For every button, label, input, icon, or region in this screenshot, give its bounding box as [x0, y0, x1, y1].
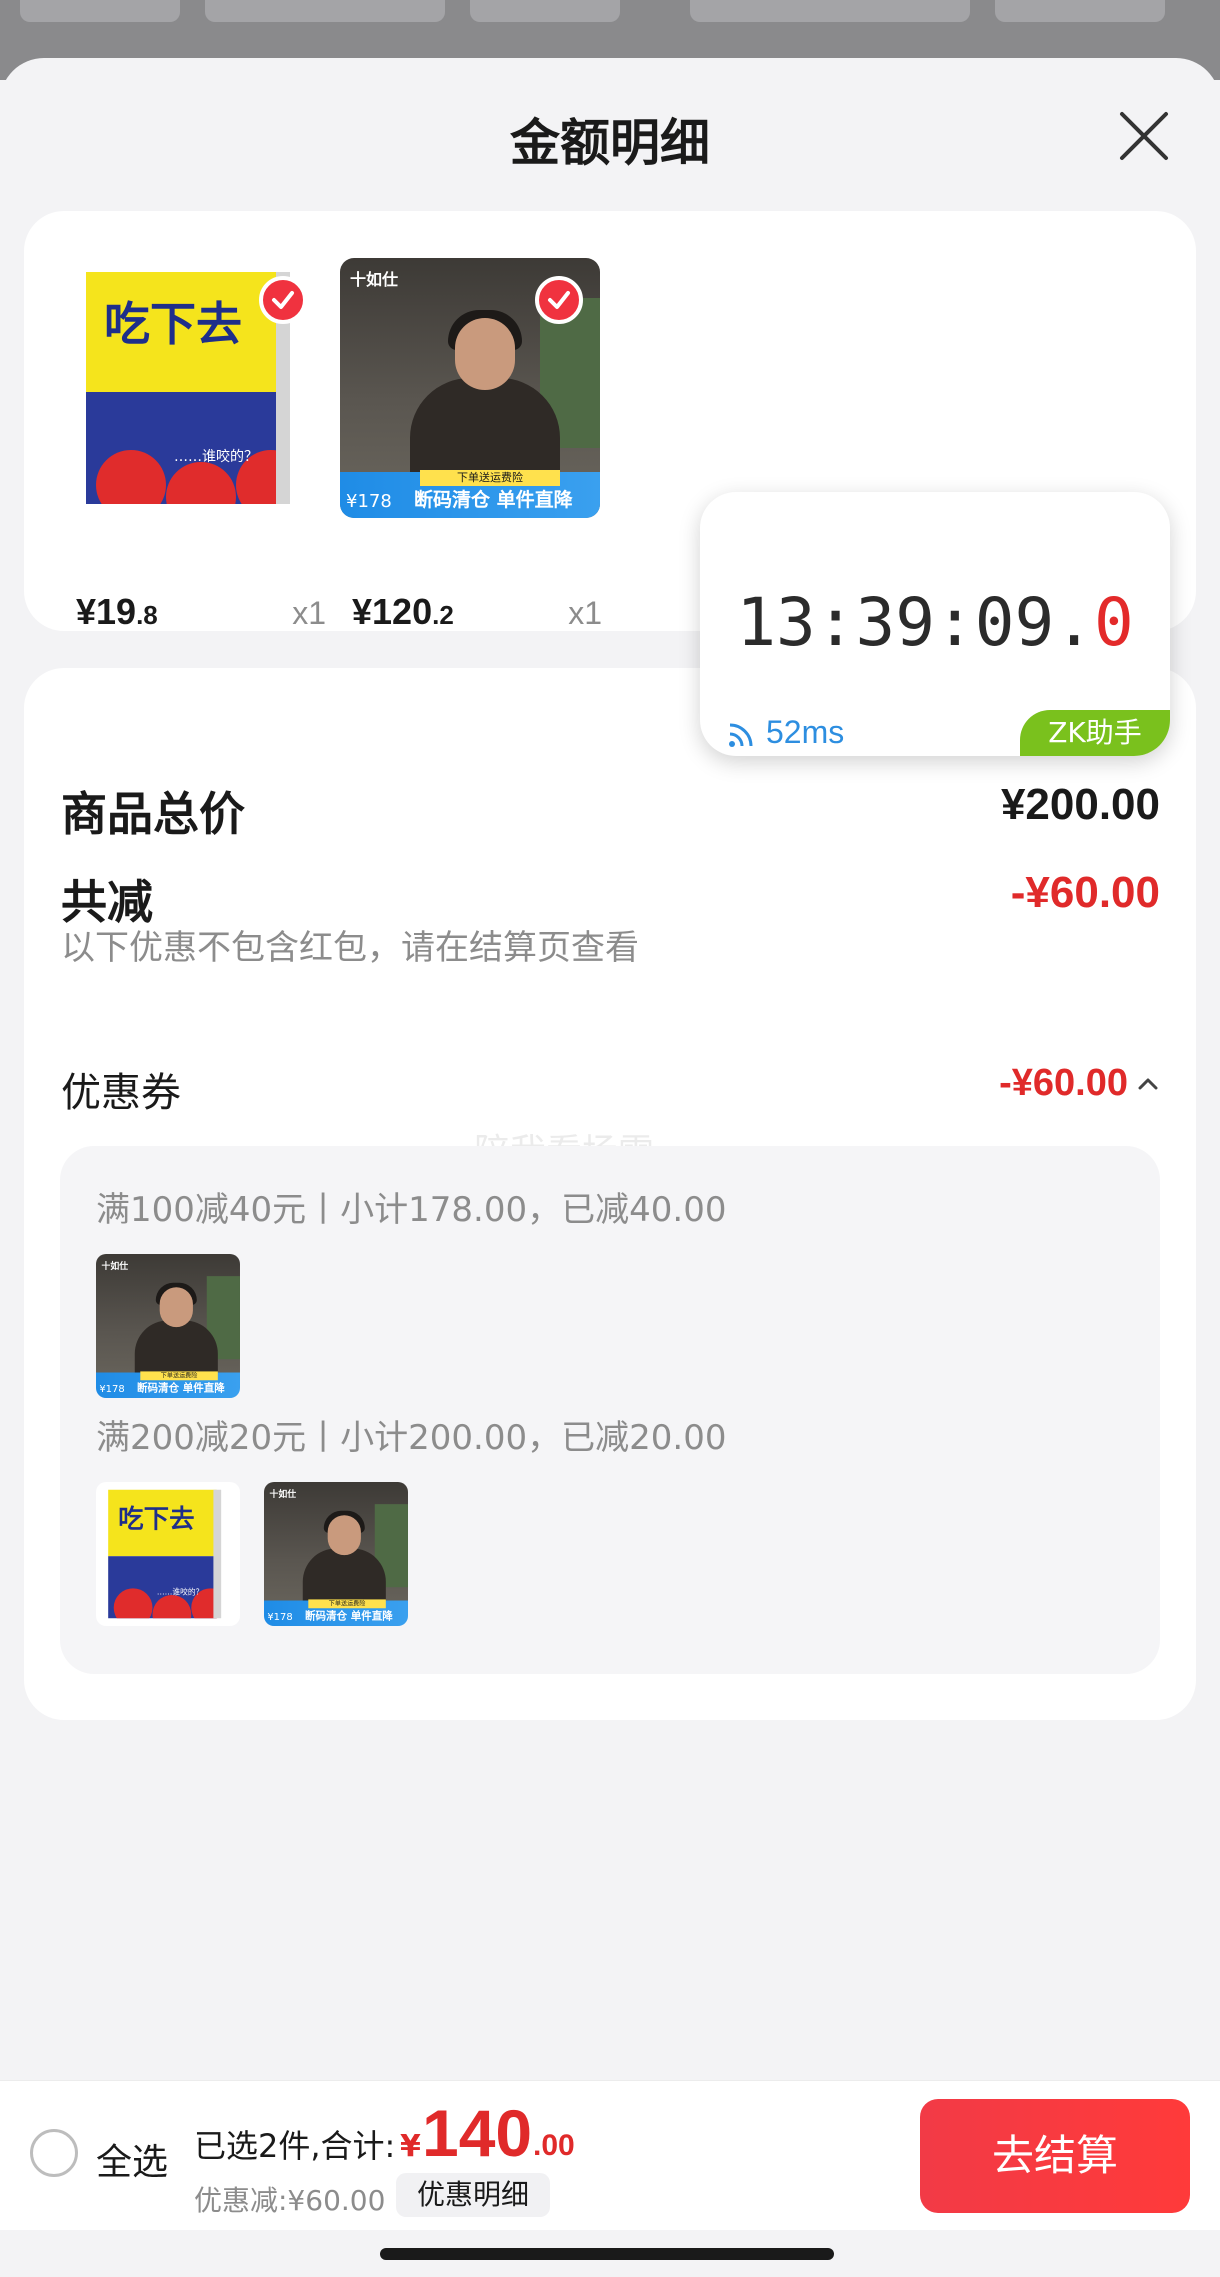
price-breakdown-card: 商品总价 ¥200.00 共减 -¥60.00 以下优惠不包含红包，请在结算页查…	[24, 668, 1196, 1720]
background-chip	[995, 0, 1165, 22]
select-all-radio[interactable]	[30, 2129, 78, 2177]
clothing-banner-text: 断码清仓 单件直降	[414, 489, 573, 511]
close-icon[interactable]	[1116, 108, 1172, 164]
background-chip	[20, 0, 180, 22]
latency-indicator: 52ms	[726, 714, 844, 751]
home-indicator	[380, 2248, 834, 2260]
product-quantity: x1	[292, 595, 326, 631]
product-quantity: x1	[568, 595, 602, 631]
clothing-brand-text: 十如仕	[350, 270, 399, 289]
total-currency-symbol: ¥	[400, 2129, 421, 2164]
signal-icon	[729, 723, 753, 747]
book-title-text: 吃下去	[104, 297, 242, 351]
background-chip	[205, 0, 445, 22]
coupon-detail-box: 满100减40元丨小计178.00，已减40.00 十如仕 下单送运费险 ¥17…	[60, 1146, 1160, 1674]
total-reduction-value: -¥60.00	[1010, 868, 1160, 917]
checkout-bar: 全选 已选2件,合计: ¥ 140 .00 优惠减:¥60.00 优惠明细 去结…	[0, 2080, 1220, 2230]
discount-detail-button[interactable]: 优惠明细	[396, 2173, 550, 2217]
total-price-label: 商品总价	[61, 787, 245, 841]
background-chip	[690, 0, 970, 22]
checkout-button[interactable]: 去结算	[920, 2099, 1190, 2213]
total-price-value: ¥200.00	[1000, 780, 1160, 829]
coupon-product-thumb: 十如仕 下单送运费险 ¥178 断码清仓 单件直降	[264, 1482, 408, 1626]
coupon-rule: 满100减40元丨小计178.00，已减40.00	[96, 1190, 727, 1230]
coupon-toggle[interactable]: -¥60.00	[999, 1062, 1160, 1105]
chevron-up-icon	[1138, 1078, 1158, 1089]
reduction-note: 以下优惠不包含红包，请在结算页查看	[61, 928, 639, 968]
coupon-product-thumb: 十如仕 下单送运费险 ¥178 断码清仓 单件直降	[96, 1254, 240, 1398]
background-chip	[470, 0, 620, 22]
total-amount-integer: 140	[422, 2096, 533, 2170]
coupon-value: -¥60.00	[999, 1062, 1128, 1104]
assistant-badge: ZK助手	[1020, 710, 1170, 756]
selection-summary: 已选2件,合计:	[194, 2127, 396, 2165]
floating-timer-widget[interactable]: 13:39:09.0 52ms ZK助手	[700, 492, 1170, 756]
selected-check-icon[interactable]	[259, 276, 307, 324]
select-all-label[interactable]: 全选	[96, 2133, 168, 2185]
product-price: ¥120.2	[352, 591, 454, 632]
coupon-product-thumb: 吃下去 ……谁咬的？	[96, 1482, 240, 1626]
timer-clock: 13:39:09.0	[736, 584, 1134, 661]
total-amount-decimal: .00	[533, 2129, 575, 2162]
product-item[interactable]: 十如仕 下单送运费险 ¥178 断码清仓 单件直降 ¥120.2 x1	[340, 211, 602, 632]
book-subtitle-text: ……谁咬的？	[174, 449, 258, 465]
coupon-rule: 满200减20元丨小计200.00，已减20.00	[96, 1418, 727, 1458]
clothing-tag-text: 下单送运费险	[420, 470, 560, 486]
discount-summary: 优惠减:¥60.00	[194, 2184, 386, 2217]
coupon-label: 优惠券	[61, 1070, 181, 1116]
amount-detail-sheet: 金额明细 吃下去 ……谁咬的？ ¥19.8 x1 十如仕 下单送运费险 ¥178…	[0, 58, 1220, 2277]
sheet-title: 金额明细	[510, 114, 710, 172]
selected-check-icon[interactable]	[535, 276, 583, 324]
clothing-banner-price: ¥178	[346, 491, 392, 512]
product-price: ¥19.8	[76, 591, 158, 632]
latency-value: 52ms	[766, 714, 845, 750]
product-item[interactable]: 吃下去 ……谁咬的？ ¥19.8 x1	[64, 211, 326, 632]
